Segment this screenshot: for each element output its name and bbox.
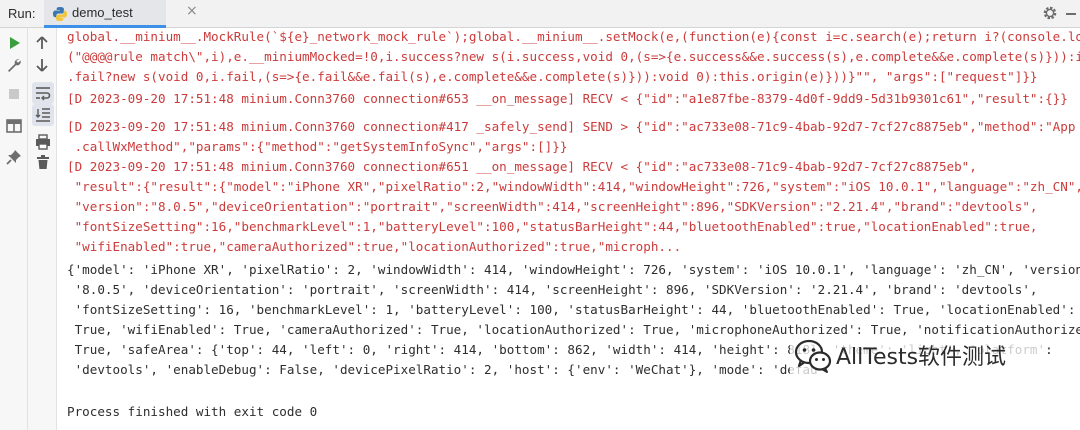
run-toolbar-left: [0, 28, 28, 430]
close-icon[interactable]: ×: [186, 3, 198, 19]
console-line: "result":{"result":{"model":"iPhone XR",…: [67, 179, 1080, 194]
tab-label: demo_test: [72, 5, 133, 20]
run-icon[interactable]: [5, 34, 23, 52]
trash-icon[interactable]: [34, 153, 52, 171]
pin-icon[interactable]: [5, 148, 23, 166]
console-line: "wifiEnabled":true,"cameraAuthorized":tr…: [67, 239, 682, 254]
run-header-bar: Run: demo_test ×: [0, 0, 1080, 28]
wechat-icon: [794, 339, 832, 373]
console-line: [D 2023-09-20 17:51:48 minium.Conn3760 c…: [67, 91, 1068, 106]
scroll-to-end-icon: [35, 108, 50, 122]
arrow-up-icon[interactable]: [33, 34, 51, 52]
console-line: Process finished with exit code 0: [67, 404, 318, 419]
console-line: global.__minium__.MockRule(`${e}_network…: [67, 29, 1080, 44]
soft-wrap-icon: [36, 87, 51, 101]
console-toolbar: [28, 28, 57, 430]
stop-icon[interactable]: [5, 85, 23, 103]
arrow-down-icon[interactable]: [33, 56, 51, 74]
console-line: ("@@@@rule match\",i),e.__miniumMocked=!…: [67, 49, 1080, 64]
tab-demo-test[interactable]: demo_test ×: [44, 0, 198, 28]
console-line: {'model': 'iPhone XR', 'pixelRatio': 2, …: [67, 262, 1080, 277]
print-icon[interactable]: [34, 133, 52, 151]
minimize-icon[interactable]: [1066, 13, 1076, 15]
watermark-text: AllTests软件测试: [836, 345, 1007, 370]
wrench-icon[interactable]: [5, 56, 23, 74]
console-line: '8.0.5', 'deviceOrientation': 'portrait'…: [67, 282, 1038, 297]
gear-icon[interactable]: [1042, 5, 1058, 21]
layout-icon[interactable]: [5, 117, 23, 135]
console-line: 'fontSizeSetting': 16, 'benchmarkLevel':…: [67, 302, 1076, 317]
console-line: "fontSizeSetting":16,"benchmarkLevel":1,…: [67, 219, 1038, 234]
scroll-to-end-toggle[interactable]: [32, 104, 54, 126]
console-line: "version":"8.0.5","deviceOrientation":"p…: [67, 199, 1038, 214]
python-icon: [53, 7, 67, 21]
run-label: Run:: [8, 6, 36, 21]
console-line: 'devtools', 'enableDebug': False, 'devic…: [67, 362, 818, 377]
console-line: .callWxMethod","params":{"method":"getSy…: [67, 139, 568, 154]
watermark: AllTests软件测试: [790, 336, 1048, 376]
console-line: [D 2023-09-20 17:51:48 minium.Conn3760 c…: [67, 159, 977, 174]
console-line: .fail?new s(void 0,i.fail,(s=>{e.fail&&e…: [67, 69, 1038, 84]
soft-wrap-toggle[interactable]: [32, 82, 54, 104]
console-line: [D 2023-09-20 17:51:48 minium.Conn3760 c…: [67, 119, 1076, 134]
run-tool-window: Run: demo_test × global.__minium__.MockR…: [0, 0, 1080, 430]
